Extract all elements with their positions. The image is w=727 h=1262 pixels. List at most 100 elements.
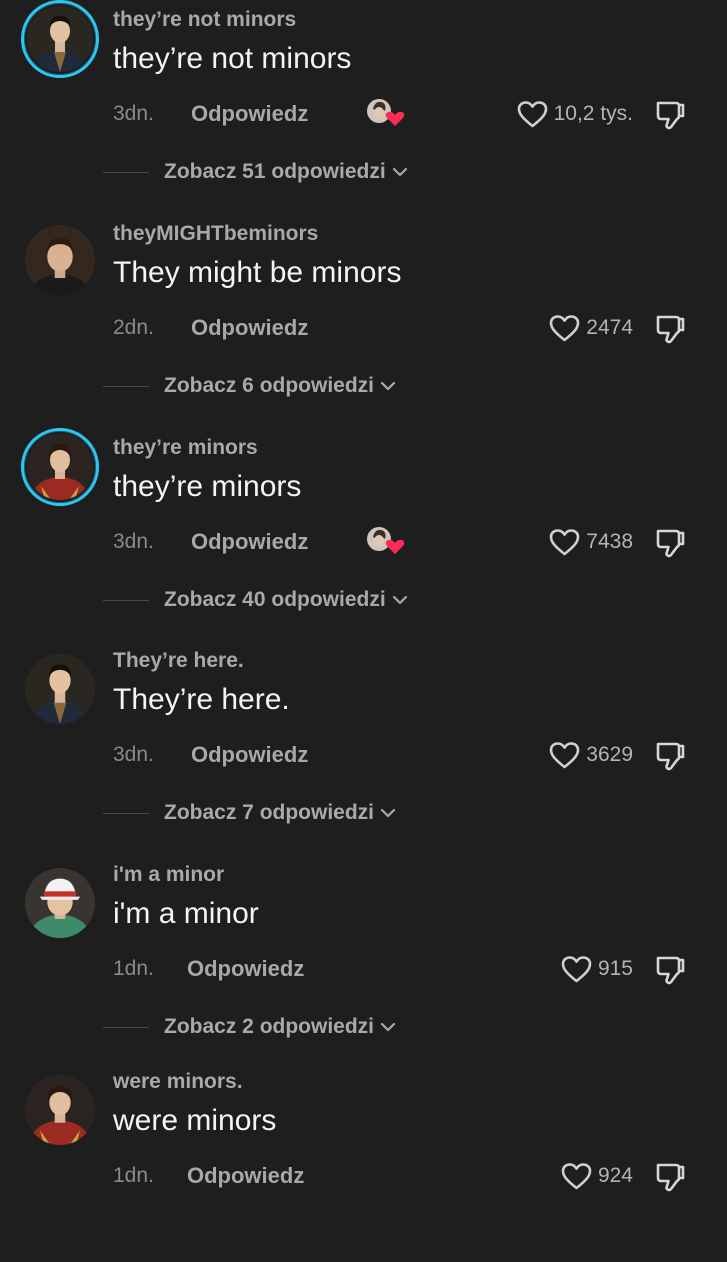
avatar[interactable] [21,855,99,938]
avatar-image [25,225,95,295]
like-count: 915 [597,957,633,980]
reply-button[interactable]: Odpowiedz [187,956,304,982]
comment-username[interactable]: i'm a minor [113,863,224,887]
like-button[interactable]: 924 [560,1161,633,1191]
chevron-down-icon [380,808,396,818]
avatar-image [27,434,93,500]
view-replies-label: Zobacz 7 odpowiedzi [164,801,375,824]
comment-text: i'm a minor [113,897,259,930]
view-replies-label: Zobacz 6 odpowiedzi [164,374,375,397]
dislike-button[interactable] [653,311,687,345]
like-count: 3629 [586,743,633,766]
dislike-button[interactable] [653,97,687,131]
comment-time: 2dn. [113,316,154,339]
heart-icon [517,101,547,128]
likes-group: 915 [560,951,687,987]
avatar-image [27,6,93,72]
thumbs-down-icon [656,101,685,130]
comment-username[interactable]: theyMIGHTbeminors [113,222,318,246]
like-button[interactable]: 7438 [548,527,633,557]
avatar-image [25,654,95,724]
comment-text: were minors [113,1104,277,1137]
comment-time: 3dn. [113,102,154,125]
like-button[interactable]: 2474 [548,313,633,343]
avatar[interactable] [21,428,99,506]
thumbs-down-icon [656,742,685,771]
view-replies-button[interactable]: Zobacz 51 odpowiedzi [103,152,408,192]
view-replies-button[interactable]: Zobacz 7 odpowiedzi [103,793,396,833]
avatar[interactable] [21,641,99,724]
avatar[interactable] [21,1062,99,1145]
heart-icon [549,529,580,556]
view-replies-label: Zobacz 2 odpowiedzi [164,1015,375,1038]
thumbs-down-icon [656,529,685,558]
heart-icon [561,1163,592,1190]
avatar[interactable] [21,214,99,295]
chevron-down-icon [392,167,407,177]
comment-item: theyMIGHTbeminors They might be minors 2… [0,214,727,414]
like-button[interactable]: 10,2 tys. [516,99,633,129]
comment-time: 1dn. [113,1164,154,1187]
avatar-image [25,1075,95,1145]
divider-line [103,385,149,387]
divider-line [103,171,149,173]
reply-button[interactable]: Odpowiedz [191,742,308,768]
view-replies-label: Zobacz 40 odpowiedzi [164,588,386,611]
like-button[interactable]: 915 [560,954,633,984]
avatar-image [25,868,95,938]
thumbs-down-icon [656,315,685,344]
dislike-button[interactable] [653,952,687,986]
divider-line [103,599,149,601]
chevron-down-icon [380,1022,396,1032]
view-replies-button[interactable]: Zobacz 2 odpowiedzi [103,1007,396,1047]
reply-button[interactable]: Odpowiedz [191,315,308,341]
dislike-button[interactable] [653,738,687,772]
heart-icon [549,742,580,769]
comment-text: they’re not minors [113,42,352,75]
chevron-down-icon [392,595,407,605]
comment-item: they’re not minors they’re not minors 3d… [0,0,727,200]
avatar[interactable] [21,0,99,78]
comment-username[interactable]: they’re minors [113,436,258,460]
likes-group: 7438 [548,524,687,560]
comment-time: 3dn. [113,530,154,553]
likes-group: 10,2 tys. [516,96,687,132]
dislike-button[interactable] [653,1159,687,1193]
comment-username[interactable]: they’re not minors [113,8,296,32]
like-count: 2474 [586,316,633,339]
heart-icon [561,956,592,983]
comment-time: 3dn. [113,743,154,766]
reply-button[interactable]: Odpowiedz [191,101,308,127]
comment-item: were minors. were minors 1dn. Odpowiedz … [0,1062,727,1262]
like-count: 924 [597,1164,633,1187]
comment-text: They might be minors [113,256,402,289]
view-replies-button[interactable]: Zobacz 6 odpowiedzi [103,366,396,406]
reply-button[interactable]: Odpowiedz [191,529,308,555]
like-button[interactable]: 3629 [548,740,633,770]
view-replies-button[interactable]: Zobacz 40 odpowiedzi [103,580,408,620]
divider-line [103,812,149,814]
view-replies-label: Zobacz 51 odpowiedzi [164,160,386,183]
comment-item: i'm a minor i'm a minor 1dn. Odpowiedz 9… [0,855,727,1055]
creator-liked-icon [365,525,405,557]
thumbs-down-icon [656,1163,685,1192]
likes-group: 3629 [548,737,687,773]
comment-text: they’re minors [113,470,302,503]
heart-icon [549,315,580,342]
likes-group: 924 [560,1158,687,1194]
comment-username[interactable]: They’re here. [113,649,244,673]
divider-line [103,1026,149,1028]
reply-button[interactable]: Odpowiedz [187,1163,304,1189]
comment-item: they’re minors they’re minors 3dn. Odpow… [0,428,727,628]
dislike-button[interactable] [653,525,687,559]
chevron-down-icon [380,381,396,391]
likes-group: 2474 [548,310,687,346]
comment-username[interactable]: were minors. [113,1070,243,1094]
comment-time: 1dn. [113,957,154,980]
like-count: 7438 [586,530,633,553]
like-count: 10,2 tys. [553,102,633,125]
comment-text: They’re here. [113,683,290,716]
thumbs-down-icon [656,956,685,985]
creator-liked-icon [365,97,405,129]
comment-item: They’re here. They’re here. 3dn. Odpowie… [0,641,727,841]
